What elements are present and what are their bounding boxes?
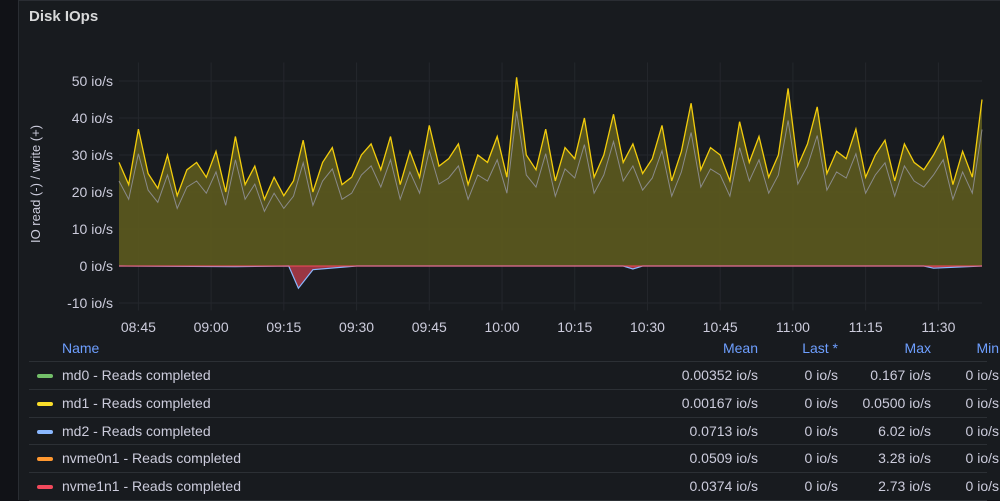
legend-max-value: 6.02 io/s (878, 422, 931, 439)
legend-mean-value: 0.00167 io/s (681, 394, 758, 411)
legend-last-value: 0 io/s (804, 422, 838, 439)
x-tick-label: 11:30 (921, 319, 955, 335)
x-tick-label: 10:30 (630, 319, 665, 335)
legend-last-value: 0 io/s (804, 367, 838, 383)
x-tick-label: 11:15 (849, 319, 883, 335)
legend-table: Name Mean Last * Max Min md0 - Reads com… (29, 337, 999, 501)
read-series-line[interactable] (118, 265, 983, 290)
legend-min-value: 0 io/s (965, 367, 999, 383)
x-tick-label: 09:45 (412, 319, 447, 335)
legend-header-last[interactable]: Last * (802, 340, 838, 356)
series-color-swatch[interactable] (37, 485, 53, 490)
legend-header-max[interactable]: Max (905, 340, 931, 356)
y-tick-label: 40 io/s (72, 110, 113, 126)
legend-mean-value: 0.0374 io/s (689, 478, 759, 495)
series-color-swatch[interactable] (37, 457, 53, 462)
legend-last-value: 0 io/s (804, 450, 838, 467)
disk-iops-panel: Disk IOps -10 io/s 0 io/s 10 io/s 20 io/s 30… (18, 0, 1000, 501)
legend-series-name[interactable]: nvme1n1 - Reads completed (62, 478, 241, 494)
legend-min-value: 0 io/s (965, 478, 999, 495)
x-tick-label: 11:00 (776, 319, 810, 335)
legend-max-value: 0.167 io/s (870, 367, 931, 383)
legend-row[interactable]: nvme1n1 - Reads completed 0.0374 io/s 0 io… (29, 473, 999, 501)
x-tick-label: 10:00 (484, 319, 519, 335)
series-color-swatch[interactable] (37, 429, 53, 434)
legend-mean-value: 0.00352 io/s (681, 367, 758, 383)
legend-header-row: Name Mean Last * Max Min (29, 337, 999, 362)
disk-iops-chart[interactable]: -10 io/s 0 io/s 10 io/s 20 io/s 30 io/s 40 io… (19, 1, 1000, 341)
legend-row[interactable]: md2 - Reads completed 0.0713 io/s 0 io/s 6.… (29, 418, 999, 446)
legend-series-name[interactable]: md2 - Reads completed (62, 423, 211, 439)
legend-header-mean[interactable]: Mean (723, 340, 758, 356)
y-tick-label: 20 io/s (72, 184, 113, 200)
legend-mean-value: 0.0713 io/s (689, 422, 759, 439)
y-tick-label: -10 io/s (67, 295, 113, 311)
legend-header-min[interactable]: Min (976, 340, 999, 356)
legend-last-value: 0 io/s (804, 394, 838, 411)
legend-min-value: 0 io/s (965, 422, 999, 439)
read-area (119, 266, 982, 289)
y-tick-label: 0 io/s (80, 258, 113, 274)
legend-row[interactable]: md0 - Reads completed 0.00352 io/s 0 io/s 0… (29, 362, 999, 390)
x-tick-label: 10:45 (703, 319, 738, 335)
legend-mean-value: 0.0509 io/s (689, 450, 759, 467)
legend-min-value: 0 io/s (965, 394, 999, 411)
legend-series-name[interactable]: nvme0n1 - Reads completed (62, 450, 241, 466)
legend-series-name[interactable]: md0 - Reads completed (62, 367, 211, 383)
x-tick-label: 10:15 (557, 319, 592, 335)
y-tick-label: 10 io/s (72, 221, 113, 237)
x-tick-label: 08:45 (121, 319, 156, 335)
legend-row[interactable]: nvme0n1 - Reads completed 0.0509 io/s 0 io… (29, 445, 999, 474)
x-tick-label: 09:30 (339, 319, 374, 335)
y-tick-label: 30 io/s (72, 147, 113, 163)
legend-series-name[interactable]: md1 - Reads completed (62, 395, 211, 411)
y-axis-label: IO read (-) / write (+) (28, 125, 43, 243)
write-area (119, 77, 982, 266)
legend-max-value: 2.73 io/s (878, 478, 931, 495)
legend-last-value: 0 io/s (804, 478, 838, 495)
legend-max-value: 3.28 io/s (878, 450, 931, 467)
legend-min-value: 0 io/s (965, 450, 999, 467)
legend-max-value: 0.0500 io/s (862, 394, 932, 411)
y-tick-label: 50 io/s (72, 73, 113, 89)
legend-row[interactable]: md1 - Reads completed 0.00167 io/s 0 io/s 0… (29, 390, 999, 418)
legend-header-name[interactable]: Name (62, 340, 99, 356)
series-color-swatch[interactable] (37, 401, 53, 406)
x-tick-label: 09:00 (194, 319, 229, 335)
series-color-swatch[interactable] (37, 374, 53, 378)
x-tick-label: 09:15 (266, 319, 301, 335)
